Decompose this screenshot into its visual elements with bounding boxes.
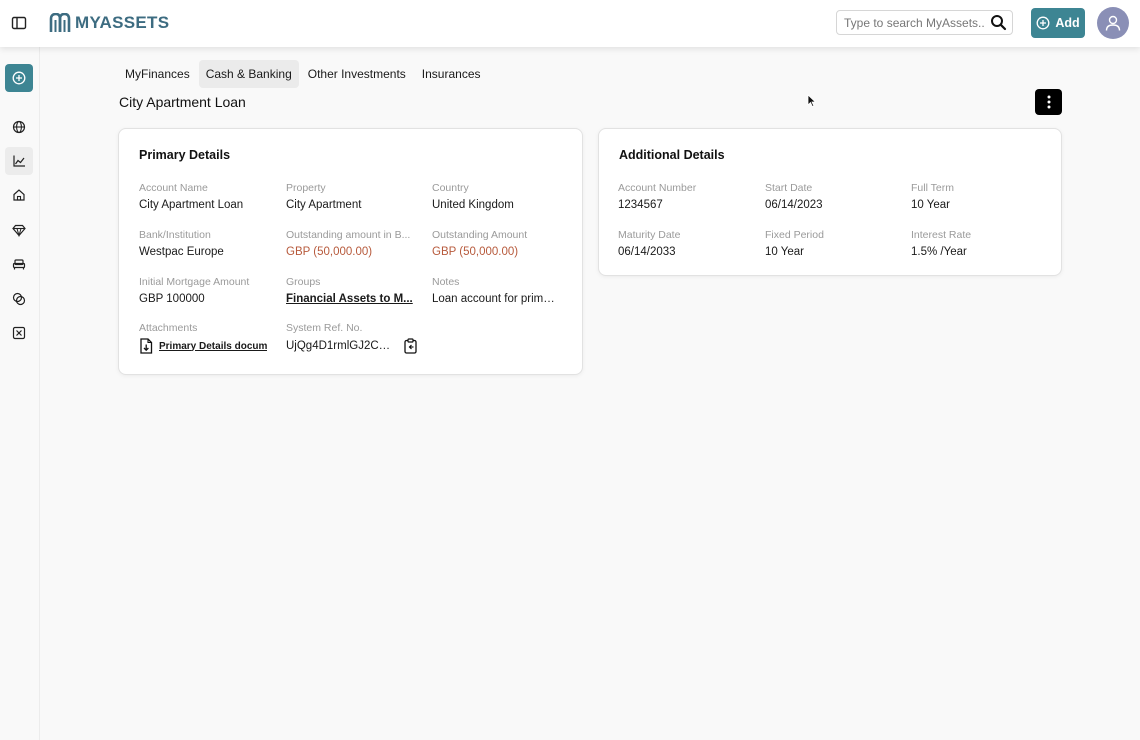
nav-item-globe[interactable]: [5, 113, 33, 141]
field-label: Outstanding Amount: [432, 229, 528, 241]
field-label: Groups: [286, 276, 321, 288]
field-outstanding-base: Outstanding amount in B... GBP (50,000.0…: [286, 229, 414, 258]
field-label: System Ref. No.: [286, 322, 363, 334]
top-bar: MYASSETS Add: [0, 0, 1140, 47]
add-button[interactable]: Add: [1031, 8, 1085, 38]
field-attachments: Attachments Primary Details docum: [139, 322, 267, 354]
field-value: GBP (50,000.00): [286, 246, 373, 258]
field-value: 1234567: [618, 199, 663, 211]
field-groups: Groups Financial Assets to M...: [286, 276, 414, 305]
primary-details-card: Primary Details Account Name City Apartm…: [118, 128, 583, 375]
field-value: GBP 100000: [139, 293, 205, 305]
field-account-number: Account Number 1234567: [618, 182, 746, 211]
field-label: Country: [432, 182, 469, 194]
field-start-date: Start Date 06/14/2023: [765, 182, 893, 211]
field-maturity-date: Maturity Date 06/14/2033: [618, 229, 746, 258]
tab-cash-banking[interactable]: Cash & Banking: [198, 60, 299, 88]
nav-item-chart[interactable]: [5, 147, 33, 175]
field-label: Outstanding amount in B...: [286, 229, 411, 241]
field-label: Attachments: [139, 322, 198, 334]
field-label: Bank/Institution: [139, 229, 211, 241]
field-value: City Apartment Loan: [139, 199, 244, 211]
field-full-term: Full Term 10 Year: [911, 182, 1039, 211]
field-value: 06/14/2033: [618, 246, 676, 258]
field-label: Property: [286, 182, 326, 194]
field-fixed-period: Fixed Period 10 Year: [765, 229, 893, 258]
diamond-icon: [12, 224, 26, 237]
field-notes: Notes Loan account for primar...: [432, 276, 560, 305]
field-label: Notes: [432, 276, 460, 288]
more-options-button[interactable]: [1035, 89, 1062, 115]
nav-add-button[interactable]: [5, 64, 33, 92]
field-value: City Apartment: [286, 199, 362, 211]
field-value: 10 Year: [765, 246, 805, 258]
system-ref-row: UjQg4D1rmlGJ2CK...: [286, 338, 426, 354]
field-label: Start Date: [765, 182, 813, 194]
search-box[interactable]: [836, 10, 1013, 35]
tab-other-investments[interactable]: Other Investments: [301, 60, 413, 88]
primary-details-title: Primary Details: [139, 148, 231, 162]
field-label: Interest Rate: [911, 229, 972, 241]
nav-item-close-box[interactable]: [5, 319, 33, 347]
field-system-ref: System Ref. No. UjQg4D1rmlGJ2CK...: [286, 322, 426, 354]
sofa-icon: [12, 259, 26, 270]
search-icon[interactable]: [990, 14, 1007, 31]
field-account-name: Account Name City Apartment Loan: [139, 182, 267, 211]
nav-item-coins[interactable]: [5, 285, 33, 313]
attachment-name[interactable]: Primary Details docum: [159, 341, 267, 352]
tab-myfinances[interactable]: MyFinances: [118, 60, 197, 88]
user-icon: [1105, 15, 1121, 31]
field-property: Property City Apartment: [286, 182, 414, 211]
field-initial-mortgage: Initial Mortgage Amount GBP 100000: [139, 276, 267, 305]
sidebar-toggle-icon[interactable]: [10, 14, 28, 32]
field-label: Maturity Date: [618, 229, 681, 241]
field-label: Fixed Period: [765, 229, 824, 241]
nav-item-diamond[interactable]: [5, 216, 33, 244]
search-input[interactable]: [837, 11, 985, 34]
field-label: Full Term: [911, 182, 954, 194]
coins-icon: [12, 292, 26, 306]
nav-item-sofa[interactable]: [5, 250, 33, 278]
kebab-menu-icon: [1047, 95, 1050, 109]
mouse-cursor-icon: [807, 94, 817, 108]
section-tabs: MyFinances Cash & Banking Other Investme…: [118, 60, 490, 88]
logo[interactable]: MYASSETS: [49, 13, 169, 33]
close-box-icon: [12, 326, 26, 340]
home-icon: [13, 189, 25, 201]
side-nav: [0, 47, 40, 740]
field-value: Westpac Europe: [139, 246, 224, 258]
nav-item-home[interactable]: [5, 181, 33, 209]
field-outstanding-amount: Outstanding Amount GBP (50,000.00): [432, 229, 560, 258]
tab-insurances[interactable]: Insurances: [415, 60, 488, 88]
chart-icon: [13, 155, 25, 167]
field-label: Initial Mortgage Amount: [139, 276, 250, 288]
system-ref-value: UjQg4D1rmlGJ2CK...: [286, 340, 393, 352]
globe-icon: [12, 120, 26, 134]
logo-text: MYASSETS: [75, 13, 170, 32]
logo-mark-icon: [49, 13, 71, 32]
plus-circle-icon: [12, 71, 26, 85]
avatar[interactable]: [1097, 7, 1129, 39]
field-value: 06/14/2023: [765, 199, 823, 211]
groups-link[interactable]: Financial Assets to M...: [286, 293, 414, 305]
field-value: GBP (50,000.00): [432, 246, 519, 258]
field-label: Account Number: [618, 182, 697, 194]
field-value: United Kingdom: [432, 199, 514, 211]
attachment-link[interactable]: Primary Details docum: [139, 338, 267, 354]
additional-details-title: Additional Details: [619, 148, 725, 162]
field-label: Account Name: [139, 182, 208, 194]
field-value: Loan account for primar...: [432, 293, 560, 305]
field-value: 1.5% /Year: [911, 246, 967, 258]
field-interest-rate: Interest Rate 1.5% /Year: [911, 229, 1039, 258]
plus-circle-icon: [1036, 16, 1050, 30]
field-bank-institution: Bank/Institution Westpac Europe: [139, 229, 267, 258]
additional-details-card: Additional Details Account Number 123456…: [598, 128, 1062, 276]
field-value: 10 Year: [911, 199, 951, 211]
page-title: City Apartment Loan: [119, 94, 246, 110]
add-button-label: Add: [1055, 16, 1080, 30]
copy-icon[interactable]: [403, 338, 418, 354]
file-download-icon: [140, 338, 153, 354]
field-country: Country United Kingdom: [432, 182, 560, 211]
